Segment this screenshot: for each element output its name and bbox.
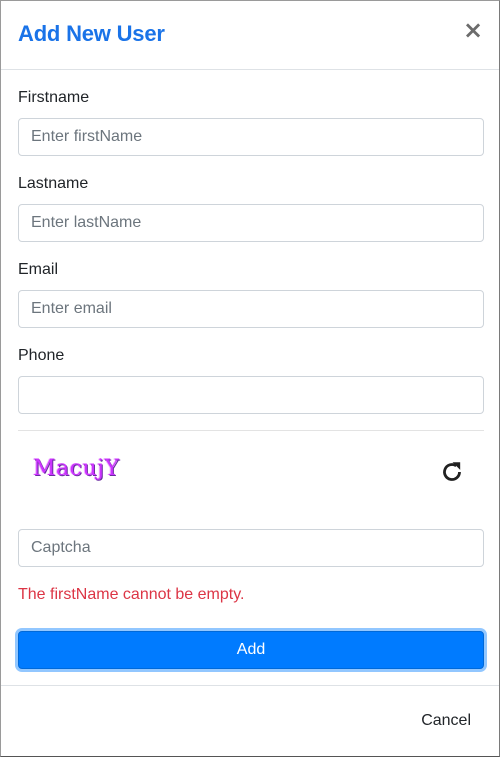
lastname-label: Lastname — [18, 175, 89, 192]
dialog-footer: Cancel — [1, 685, 499, 757]
captcha-image: MacujY — [33, 456, 120, 481]
refresh-icon — [439, 462, 465, 488]
firstname-input[interactable] — [18, 118, 484, 156]
email-label: Email — [18, 261, 59, 278]
form-divider — [18, 430, 484, 431]
dialog-header: Add New User × — [1, 1, 499, 70]
captcha-input[interactable] — [18, 529, 484, 567]
add-button[interactable]: Add — [18, 631, 484, 669]
close-button[interactable]: × — [463, 18, 483, 42]
firstname-label: Firstname — [18, 89, 90, 106]
cancel-button[interactable]: Cancel — [421, 712, 471, 730]
captcha-refresh-button[interactable] — [439, 459, 465, 485]
add-user-dialog: Add New User × Firstname Lastname Email … — [0, 0, 500, 757]
phone-input[interactable] — [18, 376, 484, 414]
dialog-title: Add New User — [18, 21, 165, 46]
lastname-input[interactable] — [18, 204, 484, 242]
email-input[interactable] — [18, 290, 484, 328]
validation-error: The firstName cannot be empty. — [18, 586, 245, 603]
phone-label: Phone — [18, 347, 65, 364]
